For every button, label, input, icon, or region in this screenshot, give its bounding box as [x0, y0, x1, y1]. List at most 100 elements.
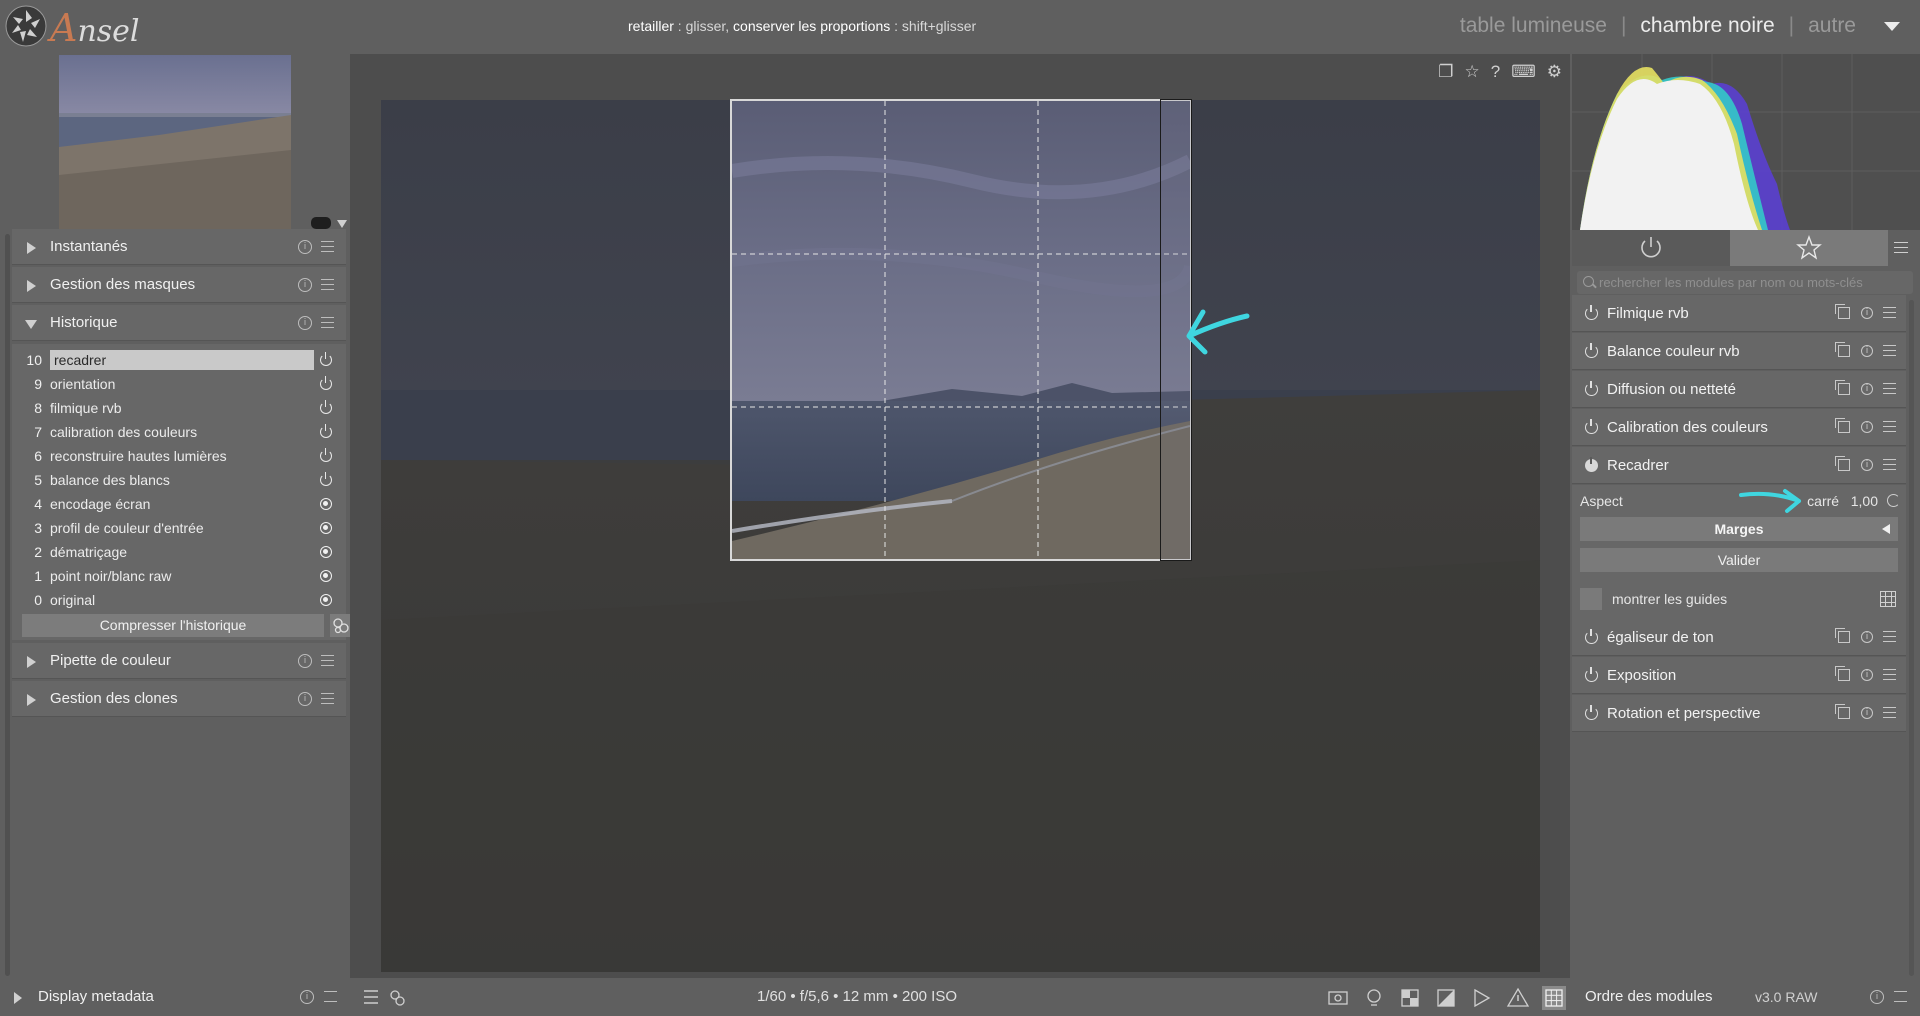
hamburger-icon[interactable]: [321, 693, 334, 704]
hamburger-icon[interactable]: [1894, 991, 1907, 1002]
info-icon[interactable]: i: [1861, 307, 1873, 319]
hamburger-icon[interactable]: [1883, 669, 1896, 680]
hamburger-icon[interactable]: [321, 279, 334, 290]
history-item[interactable]: 1 point noir/blanc raw: [12, 564, 346, 588]
style-icon[interactable]: [330, 614, 352, 637]
power-icon[interactable]: [1585, 629, 1598, 644]
module-crop[interactable]: Recadrer i: [1572, 447, 1906, 484]
softproof-icon[interactable]: [1398, 986, 1422, 1010]
gamut-check-icon[interactable]: [1434, 986, 1458, 1010]
history-item[interactable]: 5 balance des blancs: [12, 468, 346, 492]
hamburger-icon[interactable]: [1883, 345, 1896, 356]
margins-toggle[interactable]: Marges: [1580, 517, 1898, 541]
hamburger-icon[interactable]: [324, 991, 337, 1002]
right-scrollbar[interactable]: [1909, 300, 1914, 976]
display-mode-icon[interactable]: [311, 217, 331, 229]
presets-icon[interactable]: [1835, 418, 1850, 433]
presets-icon[interactable]: [1835, 304, 1850, 319]
histogram[interactable]: [1572, 54, 1920, 230]
show-guides-checkbox[interactable]: [1580, 588, 1602, 610]
presets-icon[interactable]: [1835, 666, 1850, 681]
chevron-down-icon[interactable]: [1884, 22, 1900, 31]
power-icon[interactable]: [1585, 419, 1598, 434]
info-icon[interactable]: i: [1861, 421, 1873, 433]
presets-icon[interactable]: [1835, 628, 1850, 643]
history-item[interactable]: 3 profil de couleur d'entrée: [12, 516, 346, 540]
power-icon[interactable]: [1585, 381, 1598, 396]
history-item[interactable]: 6 reconstruire hautes lumières: [12, 444, 346, 468]
info-icon[interactable]: i: [298, 654, 312, 668]
power-icon[interactable]: [1585, 705, 1598, 720]
section-colorpicker[interactable]: Pipette de couleur i: [12, 643, 346, 679]
info-icon[interactable]: i: [1861, 459, 1873, 471]
hamburger-icon[interactable]: [1894, 242, 1908, 253]
module-exposure[interactable]: Exposition i: [1572, 657, 1906, 694]
hamburger-icon[interactable]: [321, 655, 334, 666]
presets-icon[interactable]: [1835, 380, 1850, 395]
info-icon[interactable]: i: [1870, 990, 1884, 1004]
display-metadata-label[interactable]: Display metadata: [38, 988, 154, 1005]
power-icon[interactable]: [1585, 667, 1598, 682]
module-search-input[interactable]: rechercher les modules par nom ou mots-c…: [1577, 271, 1913, 294]
module-color-calibration[interactable]: Calibration des couleurs i: [1572, 409, 1906, 446]
history-item[interactable]: 0 original: [12, 588, 346, 612]
reset-icon[interactable]: [1887, 494, 1900, 507]
aspect-select[interactable]: carré 1,00: [1807, 493, 1878, 509]
duplicate-icon[interactable]: ❐: [1438, 62, 1453, 81]
presets-icon[interactable]: [1835, 342, 1850, 357]
module-color-balance[interactable]: Balance couleur rvb i: [1572, 333, 1906, 370]
module-order-value[interactable]: v3.0 RAW: [1755, 989, 1818, 1005]
view-lighttable[interactable]: table lumineuse: [1460, 14, 1607, 37]
hamburger-icon[interactable]: [321, 317, 334, 328]
gear-icon[interactable]: ⚙: [1547, 62, 1562, 81]
hamburger-icon[interactable]: [1883, 307, 1896, 318]
tab-active-modules[interactable]: [1572, 230, 1730, 266]
grid-icon[interactable]: [1542, 986, 1566, 1010]
focus-peaking-icon[interactable]: [1326, 986, 1350, 1010]
info-icon[interactable]: i: [1861, 345, 1873, 357]
star-icon[interactable]: ☆: [1464, 62, 1479, 81]
power-icon[interactable]: [1585, 305, 1598, 320]
lightbulb-icon[interactable]: [1362, 986, 1386, 1010]
history-item[interactable]: 7 calibration des couleurs: [12, 420, 346, 444]
hamburger-icon[interactable]: [1883, 707, 1896, 718]
history-item[interactable]: 8 filmique rvb: [12, 396, 346, 420]
view-darkroom[interactable]: chambre noire: [1640, 14, 1774, 37]
thumbnail-dropdown-icon[interactable]: [337, 220, 347, 228]
power-icon[interactable]: [1585, 343, 1598, 358]
grid-icon[interactable]: [1880, 591, 1896, 607]
guides-toggle-icon[interactable]: [1470, 986, 1494, 1010]
module-rotation-perspective[interactable]: Rotation et perspective i: [1572, 695, 1906, 732]
section-clones[interactable]: Gestion des clones i: [12, 681, 346, 717]
hamburger-icon[interactable]: [1883, 421, 1896, 432]
module-tone-equalizer[interactable]: égaliseur de ton i: [1572, 619, 1906, 656]
history-item[interactable]: 2 dématriçage: [12, 540, 346, 564]
compress-history-button[interactable]: Compresser l'historique: [22, 614, 324, 637]
overexposed-warning-icon[interactable]: [1506, 986, 1530, 1010]
section-masks[interactable]: Gestion des masques i: [12, 267, 346, 303]
expand-icon[interactable]: [14, 992, 22, 1004]
section-snapshots[interactable]: Instantanés i: [12, 229, 346, 265]
left-scrollbar[interactable]: [5, 234, 10, 976]
info-icon[interactable]: i: [1861, 631, 1873, 643]
presets-icon[interactable]: [1835, 704, 1850, 719]
info-icon[interactable]: i: [298, 692, 312, 706]
power-icon[interactable]: [1585, 457, 1598, 472]
hamburger-icon[interactable]: [1883, 631, 1896, 642]
history-item[interactable]: 9 orientation: [12, 372, 346, 396]
info-icon[interactable]: i: [298, 240, 312, 254]
history-item[interactable]: 10 recadrer: [12, 348, 346, 372]
hamburger-icon[interactable]: [321, 241, 334, 252]
help-icon[interactable]: ?: [1491, 62, 1500, 81]
section-history[interactable]: Historique i: [12, 305, 346, 341]
module-filmic[interactable]: Filmique rvb i: [1572, 295, 1906, 332]
info-icon[interactable]: i: [1861, 707, 1873, 719]
hamburger-icon[interactable]: [1883, 383, 1896, 394]
hamburger-icon[interactable]: [1883, 459, 1896, 470]
history-item[interactable]: 4 encodage écran: [12, 492, 346, 516]
view-other[interactable]: autre: [1808, 14, 1856, 37]
module-diffuse[interactable]: Diffusion ou netteté i: [1572, 371, 1906, 408]
tab-favorite-modules[interactable]: [1730, 230, 1888, 266]
info-icon[interactable]: i: [298, 316, 312, 330]
crop-area[interactable]: [730, 99, 1192, 561]
